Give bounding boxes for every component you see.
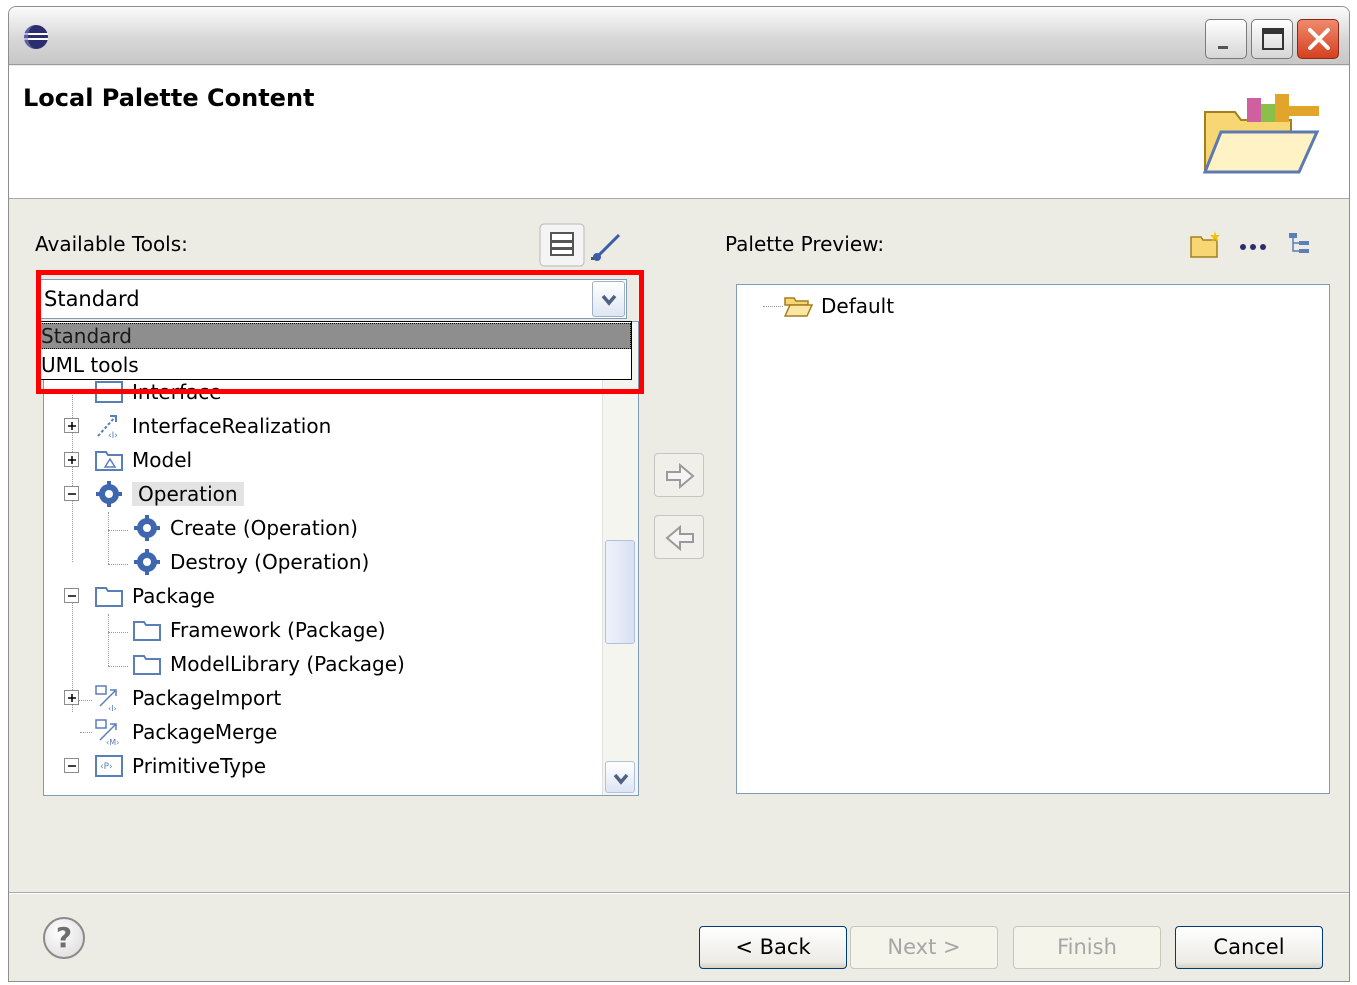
- tree-item-primitivetype[interactable]: ‹P› PrimitiveType: [94, 750, 266, 782]
- back-button[interactable]: < Back: [699, 926, 847, 969]
- palette-folder-icon: [1202, 94, 1320, 174]
- palette-preview-tree[interactable]: Default: [736, 284, 1330, 794]
- wizard-header: Local Palette Content: [9, 66, 1349, 199]
- operation-gear-icon: [96, 481, 122, 507]
- svg-text:‹M›: ‹M›: [106, 738, 119, 746]
- tree-item-model[interactable]: Model: [94, 444, 192, 476]
- tree-item-label: Framework (Package): [170, 618, 386, 642]
- close-button[interactable]: [1297, 19, 1339, 59]
- tree-structure-icon[interactable]: [1285, 229, 1315, 261]
- collapse-toggle[interactable]: [64, 588, 79, 603]
- collapse-toggle[interactable]: [64, 486, 79, 501]
- expand-toggle[interactable]: [64, 690, 79, 705]
- minimize-button[interactable]: [1205, 19, 1247, 59]
- tree-item-destroy-operation[interactable]: Destroy (Operation): [132, 546, 369, 578]
- tree-item-label: PackageMerge: [132, 720, 278, 744]
- tree-item-interface[interactable]: Interface: [94, 376, 222, 408]
- operation-gear-icon: [134, 549, 160, 575]
- scroll-down-button[interactable]: [605, 761, 635, 793]
- tree-item-modellibrary-package[interactable]: ModelLibrary (Package): [132, 648, 405, 680]
- package-folder-icon: [133, 655, 161, 675]
- next-button[interactable]: Next >: [850, 926, 998, 969]
- chevron-down-icon: [613, 773, 629, 785]
- chevron-down-icon: [601, 294, 617, 306]
- add-to-palette-button[interactable]: [654, 453, 704, 497]
- tree-item-interfacerealization[interactable]: ‹I› InterfaceRealization: [94, 410, 331, 442]
- primitive-type-icon: ‹P›: [95, 755, 123, 777]
- tree-item-packagemerge[interactable]: ‹M› PackageMerge: [94, 716, 277, 748]
- tree-item-label: Operation: [132, 482, 244, 506]
- preview-item-default[interactable]: Default: [783, 290, 894, 322]
- dropdown-option-standard[interactable]: Standard: [38, 323, 631, 349]
- maximize-button[interactable]: [1251, 19, 1293, 59]
- tool-palette-icon[interactable]: [539, 223, 585, 267]
- cancel-button[interactable]: Cancel: [1175, 926, 1323, 969]
- package-folder-icon: [133, 621, 161, 641]
- tree-item-label: Package: [132, 584, 215, 608]
- model-icon: [95, 451, 123, 471]
- tree-item-create-operation[interactable]: Create (Operation): [132, 512, 358, 544]
- tree-scrollbar[interactable]: [602, 322, 638, 795]
- eclipse-icon: [24, 25, 48, 49]
- tree-item-label: Default: [821, 294, 895, 318]
- tree-item-framework-package[interactable]: Framework (Package): [132, 614, 386, 646]
- scrollbar-thumb[interactable]: [605, 540, 635, 644]
- tree-item-operation[interactable]: Operation: [94, 478, 244, 510]
- collapse-toggle[interactable]: [64, 758, 79, 773]
- expand-toggle[interactable]: [64, 452, 79, 467]
- svg-text:‹I›: ‹I›: [108, 704, 117, 712]
- tree-item-label: Create (Operation): [170, 516, 358, 540]
- footer-separator: [9, 892, 1349, 894]
- tree-item-label: Interface: [132, 380, 222, 404]
- tools-source-combo[interactable]: Standard: [37, 279, 627, 319]
- help-icon[interactable]: ?: [43, 917, 85, 959]
- available-tools-tree[interactable]: Interface ‹I› InterfaceRealization Model…: [43, 321, 639, 796]
- interface-icon: [95, 381, 123, 403]
- title-bar: [9, 7, 1349, 65]
- svg-text:‹P›: ‹P›: [100, 762, 113, 772]
- expand-toggle[interactable]: [64, 418, 79, 433]
- tree-item-label: PrimitiveType: [132, 754, 267, 778]
- tree-item-package[interactable]: Package: [94, 580, 215, 612]
- svg-text:‹I›: ‹I›: [108, 431, 118, 440]
- combo-value: Standard: [44, 287, 140, 311]
- package-folder-icon: [95, 587, 123, 607]
- palette-preview-label: Palette Preview:: [725, 232, 885, 256]
- tree-item-label: Model: [132, 448, 193, 472]
- page-title: Local Palette Content: [23, 84, 315, 112]
- tree-item-label: Destroy (Operation): [170, 550, 370, 574]
- available-tools-label: Available Tools:: [35, 232, 188, 256]
- tools-source-dropdown[interactable]: Standard UML tools: [37, 321, 632, 380]
- tree-item-packageimport[interactable]: ‹I› PackageImport: [94, 682, 281, 714]
- tree-item-label: InterfaceRealization: [132, 414, 332, 438]
- interface-realization-icon: ‹I›: [97, 415, 118, 440]
- arrow-right-icon: [666, 462, 695, 490]
- customize-brush-icon[interactable]: [589, 229, 625, 263]
- wizard-window: Local Palette Content Available Tools: S…: [8, 6, 1350, 982]
- open-folder-icon: [783, 297, 813, 317]
- finish-button[interactable]: Finish: [1013, 926, 1161, 969]
- combo-dropdown-button[interactable]: [592, 281, 625, 317]
- tree-item-label: ModelLibrary (Package): [170, 652, 405, 676]
- remove-from-palette-button[interactable]: [654, 515, 704, 559]
- dropdown-option-uml-tools[interactable]: UML tools: [38, 352, 631, 378]
- package-merge-icon: ‹M›: [95, 719, 119, 746]
- package-import-icon: ‹I›: [95, 685, 117, 712]
- more-options-icon[interactable]: [1237, 239, 1271, 255]
- arrow-left-icon: [665, 524, 694, 552]
- tree-item-label: PackageImport: [132, 686, 282, 710]
- operation-gear-icon: [134, 515, 160, 541]
- new-drawer-icon[interactable]: [1189, 229, 1223, 261]
